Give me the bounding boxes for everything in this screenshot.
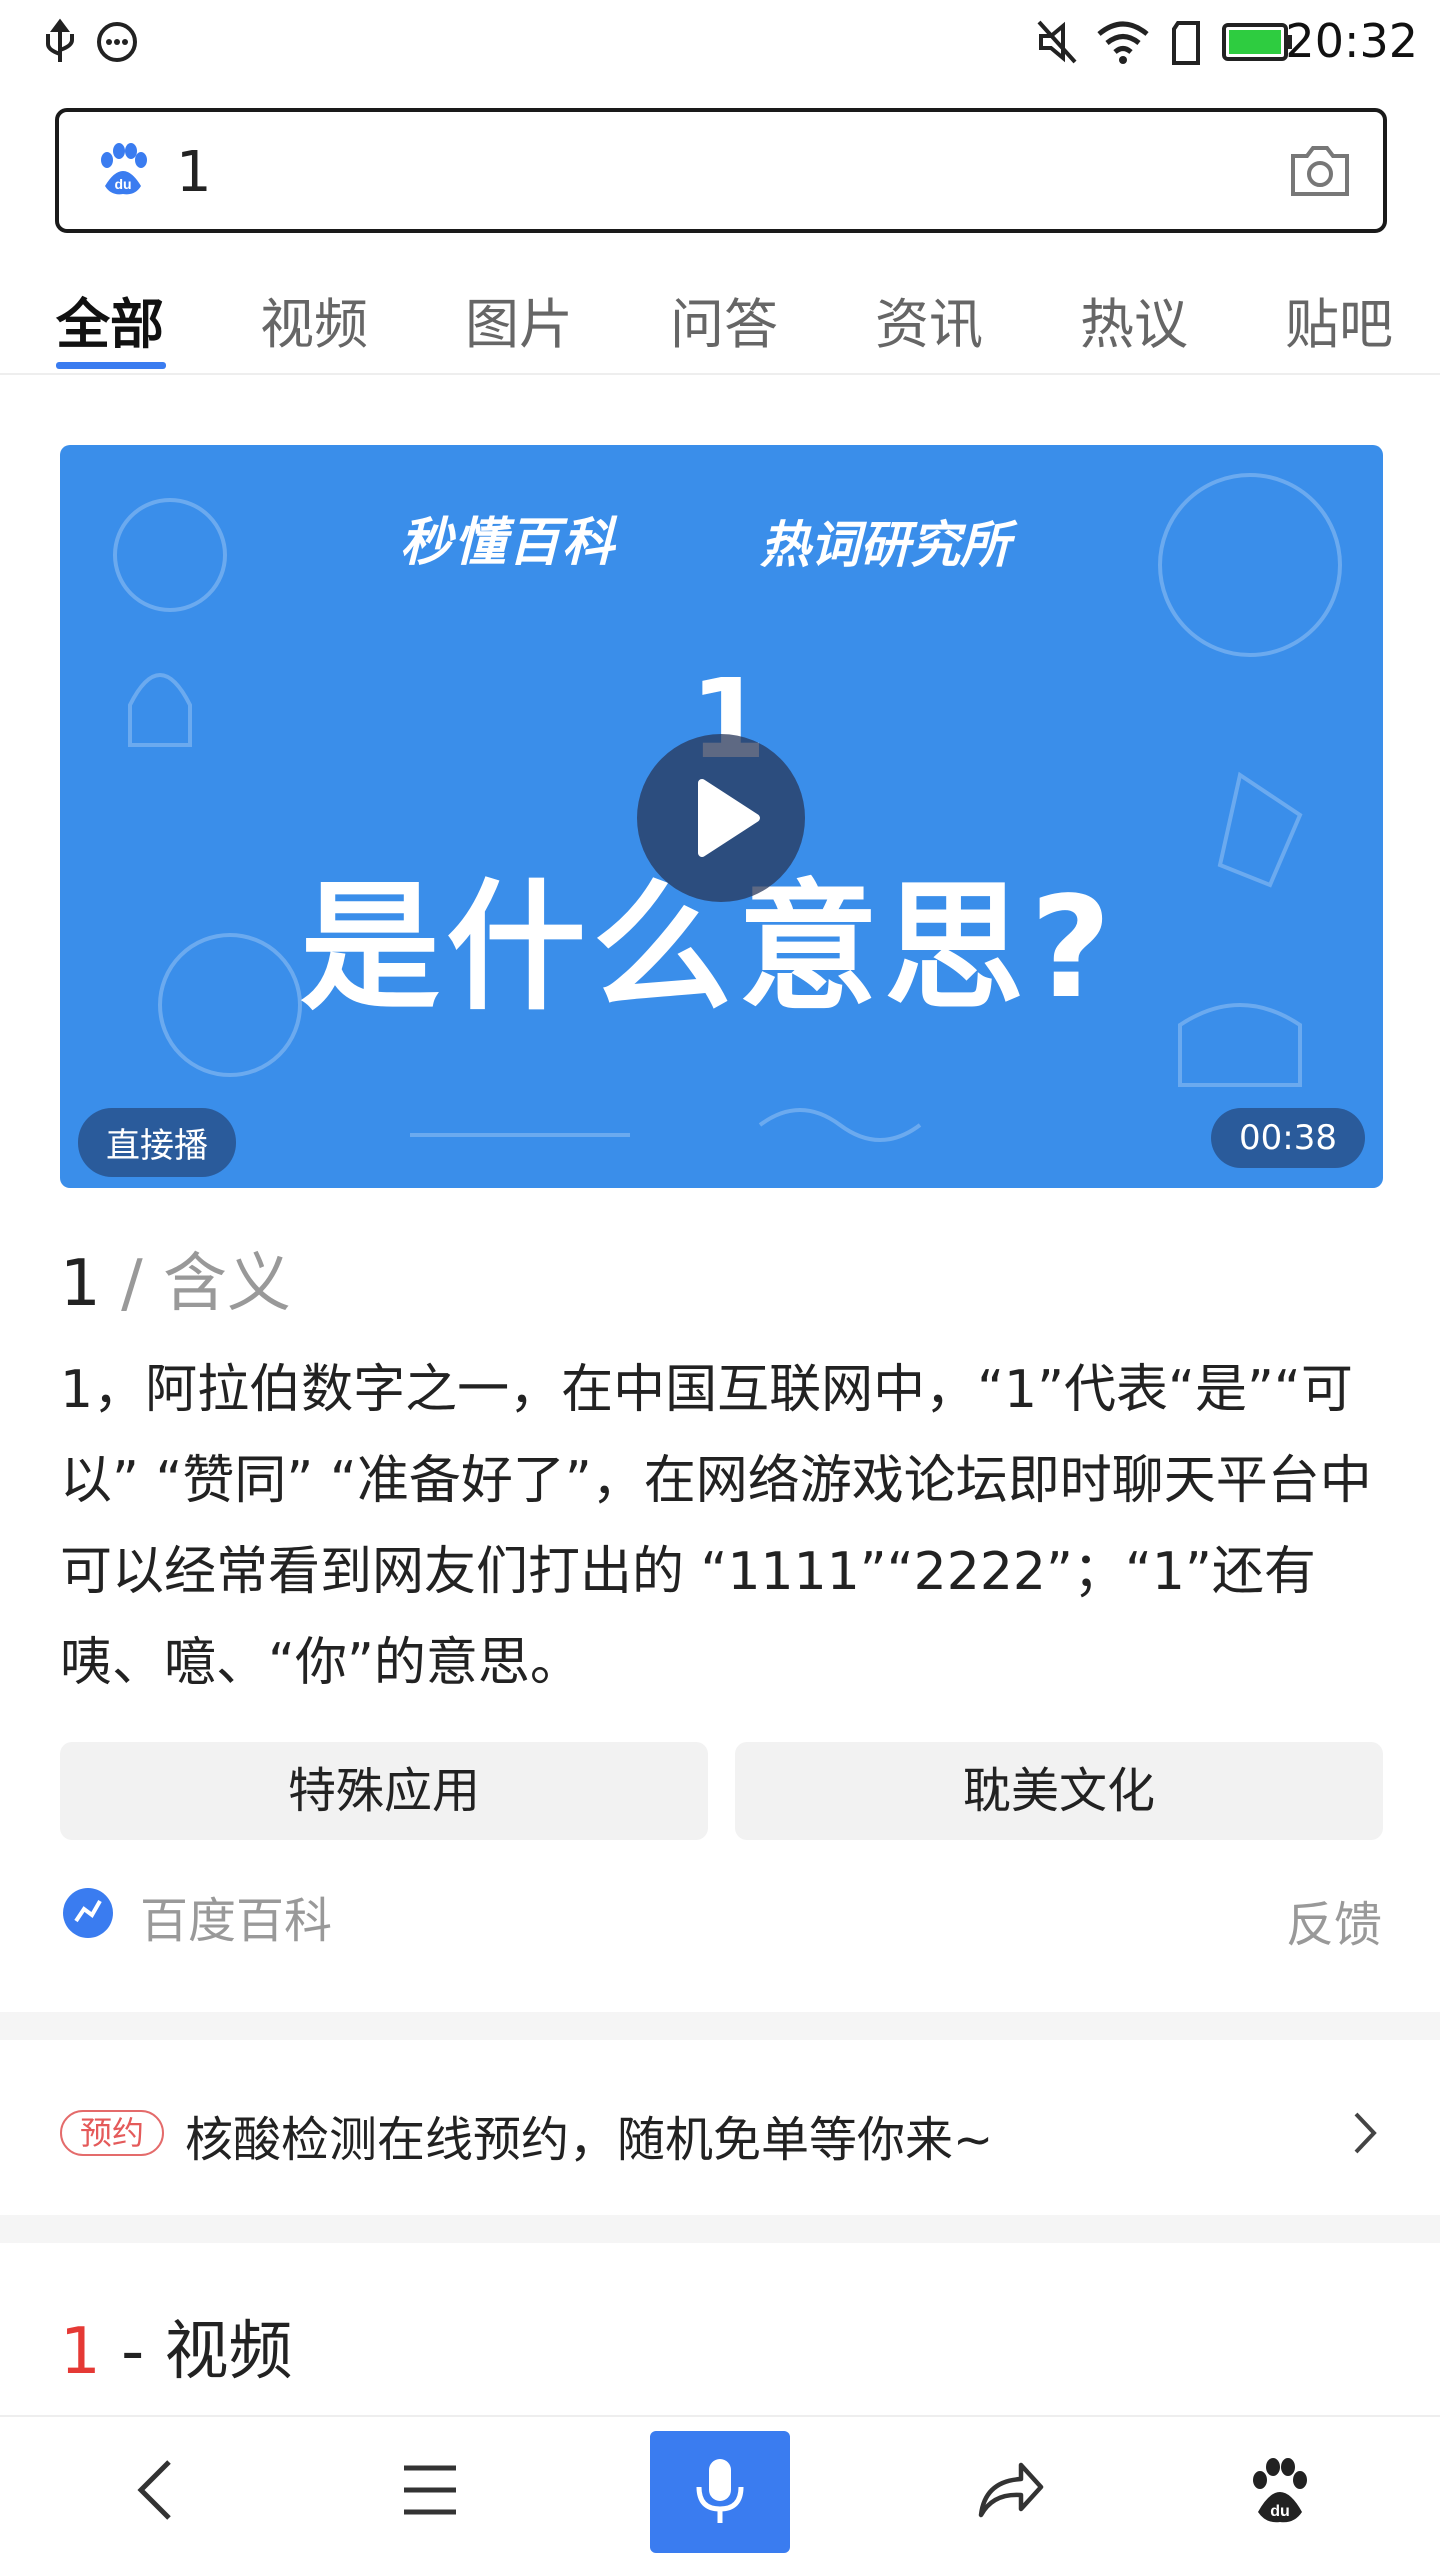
tab-video[interactable]: 视频 bbox=[260, 280, 368, 359]
bottom-nav: du bbox=[0, 2415, 1440, 2560]
battery-icon bbox=[1222, 23, 1292, 61]
microphone-icon bbox=[696, 2459, 744, 2523]
divider bbox=[0, 2215, 1440, 2243]
menu-icon bbox=[404, 2465, 456, 2514]
back-arrow-icon bbox=[137, 2459, 171, 2520]
section-rest: - 视频 bbox=[100, 2315, 293, 2389]
promo-tag: 预约 bbox=[60, 2110, 164, 2156]
tab-news[interactable]: 资讯 bbox=[875, 280, 983, 359]
svg-text:du: du bbox=[114, 176, 131, 192]
clock: 20:32 bbox=[1285, 14, 1418, 68]
divider bbox=[0, 2012, 1440, 2040]
baidu-paw-icon: du bbox=[1253, 2457, 1307, 2522]
usb-icon bbox=[46, 18, 74, 62]
video-card[interactable]: 秒懂百科 热词研究所 1 是什么意思? 直接播 00:38 bbox=[60, 445, 1383, 1188]
chevron-right-icon bbox=[1354, 2112, 1377, 2154]
section-num: 1 bbox=[60, 2315, 101, 2389]
tab-all[interactable]: 全部 bbox=[56, 280, 164, 359]
voice-search-button[interactable] bbox=[650, 2431, 790, 2553]
result-title[interactable]: 1 / 含义 bbox=[60, 1232, 291, 1324]
video-brand: 秒懂百科 bbox=[400, 513, 617, 573]
source-name: 百度百科 bbox=[140, 1893, 333, 1949]
category-tabs: 全部 视频 图片 问答 资讯 热议 贴吧 bbox=[0, 270, 1440, 375]
title-term: 1 bbox=[60, 1247, 101, 1321]
promo-banner[interactable]: 预约 核酸检测在线预约，随机免单等你来~ bbox=[0, 2040, 1440, 2215]
tab-images[interactable]: 图片 bbox=[465, 280, 573, 359]
video-duration: 00:38 bbox=[1211, 1108, 1365, 1168]
pill-danmei-culture[interactable]: 耽美文化 bbox=[735, 1742, 1383, 1840]
promo-text: 核酸检测在线预约，随机免单等你来~ bbox=[185, 2112, 994, 2168]
section-title: 1 - 视频 bbox=[60, 2300, 293, 2392]
status-bar: 20:32 bbox=[0, 0, 1440, 84]
title-aspect: 含义 bbox=[162, 1247, 291, 1321]
message-icon bbox=[97, 22, 137, 62]
baidu-home-button[interactable]: du bbox=[1180, 2417, 1380, 2562]
camera-icon[interactable] bbox=[1289, 142, 1351, 198]
menu-button[interactable] bbox=[330, 2417, 530, 2562]
play-button-icon[interactable] bbox=[636, 733, 806, 903]
share-button[interactable] bbox=[910, 2417, 1110, 2562]
baidu-paw-icon: du bbox=[101, 143, 147, 195]
result-description: 1，阿拉伯数字之一，在中国互联网中，“1”代表“是”“可以” “赞同” “准备好… bbox=[60, 1360, 1372, 1693]
title-separator: / bbox=[100, 1247, 163, 1321]
tab-tieba[interactable]: 贴吧 bbox=[1285, 280, 1393, 359]
svg-text:du: du bbox=[1270, 2503, 1290, 2520]
active-tab-indicator bbox=[56, 362, 166, 369]
tab-hot[interactable]: 热议 bbox=[1080, 280, 1188, 359]
back-button[interactable] bbox=[55, 2417, 255, 2562]
mute-icon bbox=[1037, 20, 1077, 64]
pill-special-use[interactable]: 特殊应用 bbox=[60, 1742, 708, 1840]
sim-icon bbox=[1172, 21, 1200, 65]
direct-play-badge: 直接播 bbox=[78, 1108, 236, 1177]
baike-logo-icon bbox=[63, 1888, 113, 1938]
share-icon bbox=[978, 2462, 1044, 2517]
tab-qa[interactable]: 问答 bbox=[670, 280, 778, 359]
feedback-link[interactable]: 反馈 bbox=[1286, 1885, 1382, 1955]
video-brand-sub: 热词研究所 bbox=[760, 516, 1010, 574]
search-input[interactable]: 1 bbox=[176, 140, 212, 205]
search-box[interactable]: du 1 bbox=[55, 108, 1387, 233]
wifi-icon bbox=[1097, 21, 1149, 64]
